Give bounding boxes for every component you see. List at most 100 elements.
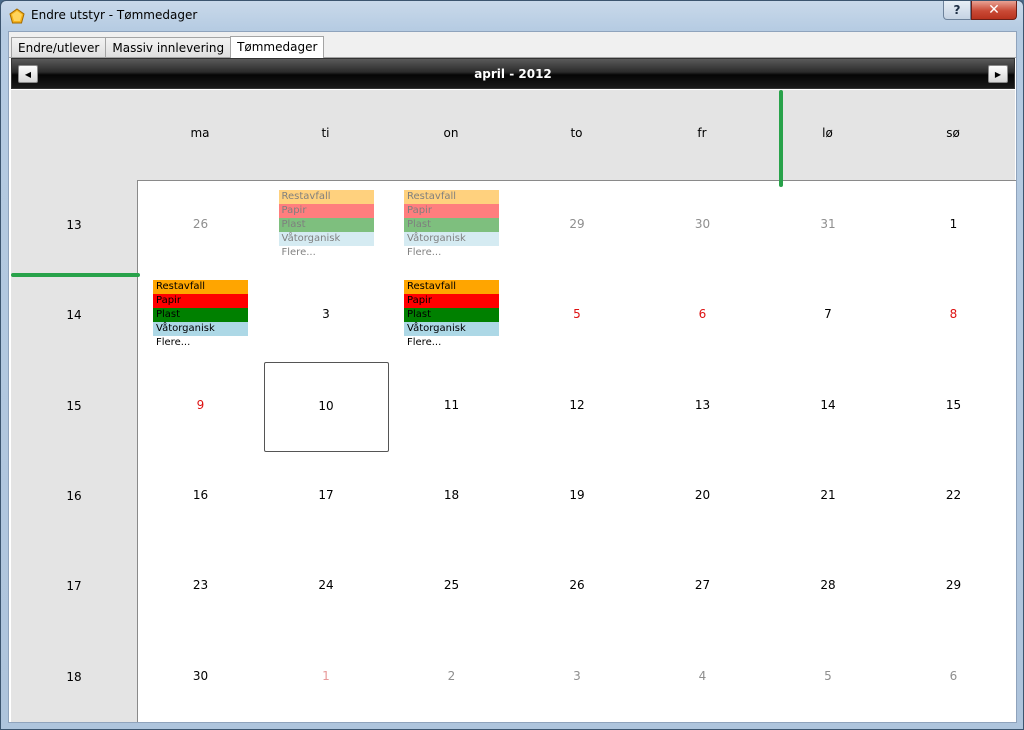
weekday-header-on: on (443, 126, 459, 140)
weekday-header-to: to (570, 126, 583, 140)
day-number: 29 (945, 578, 962, 593)
calendar-day[interactable]: 15 (891, 362, 1016, 452)
close-button[interactable]: ✕ (971, 1, 1017, 20)
day-number: 20 (694, 487, 711, 502)
calendar-day-today[interactable]: 10 (263, 361, 389, 452)
calendar-day[interactable]: 28 (766, 542, 891, 632)
day-number: 8 (949, 307, 958, 322)
calendar-day[interactable]: 30 (640, 181, 765, 271)
week-number: 13 (66, 218, 82, 232)
week-number: 17 (66, 579, 82, 594)
calendar-day[interactable]: 11 (389, 362, 514, 452)
day-number: 9 (196, 397, 205, 412)
calendar-day[interactable]: 17 (264, 452, 389, 542)
day-number: 6 (949, 668, 958, 683)
waste-event[interactable]: Restavfall (278, 190, 374, 204)
calendar-day[interactable]: 26 (515, 542, 640, 632)
waste-event[interactable]: Våtorganisk (404, 322, 499, 337)
calendar-day[interactable]: 24 (264, 542, 389, 632)
app-window: Endre utstyr - Tømmedager ? ✕ Endre/utle… (0, 0, 1024, 730)
day-number: 14 (820, 397, 836, 412)
waste-event[interactable]: Våtorganisk (153, 322, 248, 337)
calendar-day[interactable]: 6 (891, 633, 1016, 723)
waste-event[interactable]: Restavfall (404, 190, 499, 204)
waste-event[interactable]: Restavfall (153, 280, 248, 295)
tab-tommedager[interactable]: Tømmedager (230, 36, 325, 58)
next-month-button[interactable]: ▶ (988, 65, 1008, 83)
calendar-day[interactable]: 26 (138, 181, 263, 271)
waste-event[interactable]: Papir (278, 204, 374, 218)
waste-event[interactable]: Våtorganisk (404, 232, 499, 246)
calendar-day[interactable]: 12 (515, 362, 640, 452)
calendar-day[interactable]: 8 (891, 271, 1016, 361)
waste-event[interactable]: Plast (404, 308, 499, 323)
waste-event[interactable]: Plast (278, 218, 374, 232)
calendar-day[interactable]: 3 (515, 633, 640, 723)
calendar-day[interactable]: 21 (766, 452, 891, 542)
calendar-day[interactable]: 1 (264, 633, 389, 723)
calendar-day[interactable]: 4 (640, 633, 765, 723)
day-number: 15 (945, 397, 962, 412)
day-number: 5 (573, 307, 581, 322)
waste-event[interactable]: Restavfall (404, 280, 499, 295)
calendar-day[interactable]: Restavfall Papir Plast Våtorganisk Flere... (389, 271, 514, 361)
day-number: 5 (824, 668, 832, 683)
calendar-day[interactable]: 22 (891, 452, 1016, 542)
more-events-link[interactable]: Flere... (153, 336, 248, 350)
calendar-day[interactable]: 1 (891, 181, 1016, 271)
calendar-day[interactable]: Restavfall Papir Plast Våtorganisk Flere... (389, 181, 514, 271)
calendar-day[interactable]: Restavfall Papir Plast Våtorganisk Flere... (138, 271, 263, 361)
calendar-day[interactable]: 25 (389, 542, 514, 632)
calendar-day[interactable]: 18 (389, 452, 514, 542)
day-number: 19 (569, 487, 585, 502)
calendar-day[interactable]: 7 (766, 271, 891, 361)
title-bar[interactable]: Endre utstyr - Tømmedager ? ✕ (1, 1, 1023, 31)
waste-event[interactable]: Plast (404, 218, 499, 232)
calendar-day[interactable]: 14 (766, 362, 891, 452)
more-events-link[interactable]: Flere... (404, 336, 499, 350)
calendar-day[interactable]: 2 (389, 633, 514, 723)
weekday-header-fr: fr (697, 126, 707, 140)
calendar-day[interactable]: 19 (515, 452, 640, 542)
waste-pickup-list: Restavfall Papir Plast Våtorganisk Flere... (404, 280, 499, 350)
calendar-day[interactable]: 5 (515, 271, 640, 361)
tab-massiv-innlevering[interactable]: Massiv innlevering (105, 37, 232, 58)
calendar-day[interactable]: 13 (640, 362, 765, 452)
calendar-day[interactable]: 6 (640, 271, 765, 361)
waste-event[interactable]: Papir (404, 294, 499, 309)
calendar-day[interactable]: 29 (891, 542, 1016, 632)
calendar-day[interactable]: Restavfall Papir Plast Våtorganisk Flere... (264, 181, 389, 271)
calendar-day[interactable]: 23 (138, 542, 263, 632)
waste-event[interactable]: Våtorganisk (278, 232, 374, 246)
day-number: 2 (447, 668, 456, 683)
weekday-header-lø: lø (822, 126, 833, 140)
help-button[interactable]: ? (943, 1, 971, 20)
waste-event[interactable]: Papir (153, 294, 248, 309)
weekday-header-sø: sø (946, 126, 960, 140)
day-number: 1 (949, 217, 958, 231)
calendar-day[interactable]: 29 (515, 181, 640, 271)
calendar-day[interactable]: 27 (640, 542, 765, 632)
week-number: 14 (66, 308, 82, 323)
calendar-day[interactable]: 3 (264, 271, 389, 361)
calendar-day[interactable]: 9 (138, 362, 263, 452)
calendar-day[interactable]: 30 (138, 633, 263, 723)
day-number: 30 (192, 668, 209, 683)
calendar-day[interactable]: 31 (766, 181, 891, 271)
resize-handle-horizontal[interactable] (11, 273, 140, 277)
day-number: 10 (318, 398, 334, 413)
waste-event[interactable]: Papir (404, 204, 499, 218)
arrow-right-icon: ▶ (994, 69, 1002, 79)
week-number: 16 (66, 488, 82, 503)
calendar-day[interactable]: 5 (766, 633, 891, 723)
month-title: april - 2012 (474, 67, 552, 81)
calendar-day[interactable]: 16 (138, 452, 263, 542)
calendar-day[interactable]: 20 (640, 452, 765, 542)
more-events-link[interactable]: Flere... (279, 246, 374, 260)
tab-endre-utlever[interactable]: Endre/utlever (11, 37, 107, 58)
more-events-link[interactable]: Flere... (404, 246, 499, 260)
day-number: 26 (192, 217, 209, 231)
waste-event[interactable]: Plast (153, 308, 248, 323)
day-number: 18 (443, 487, 460, 502)
close-icon: ✕ (988, 2, 1000, 18)
